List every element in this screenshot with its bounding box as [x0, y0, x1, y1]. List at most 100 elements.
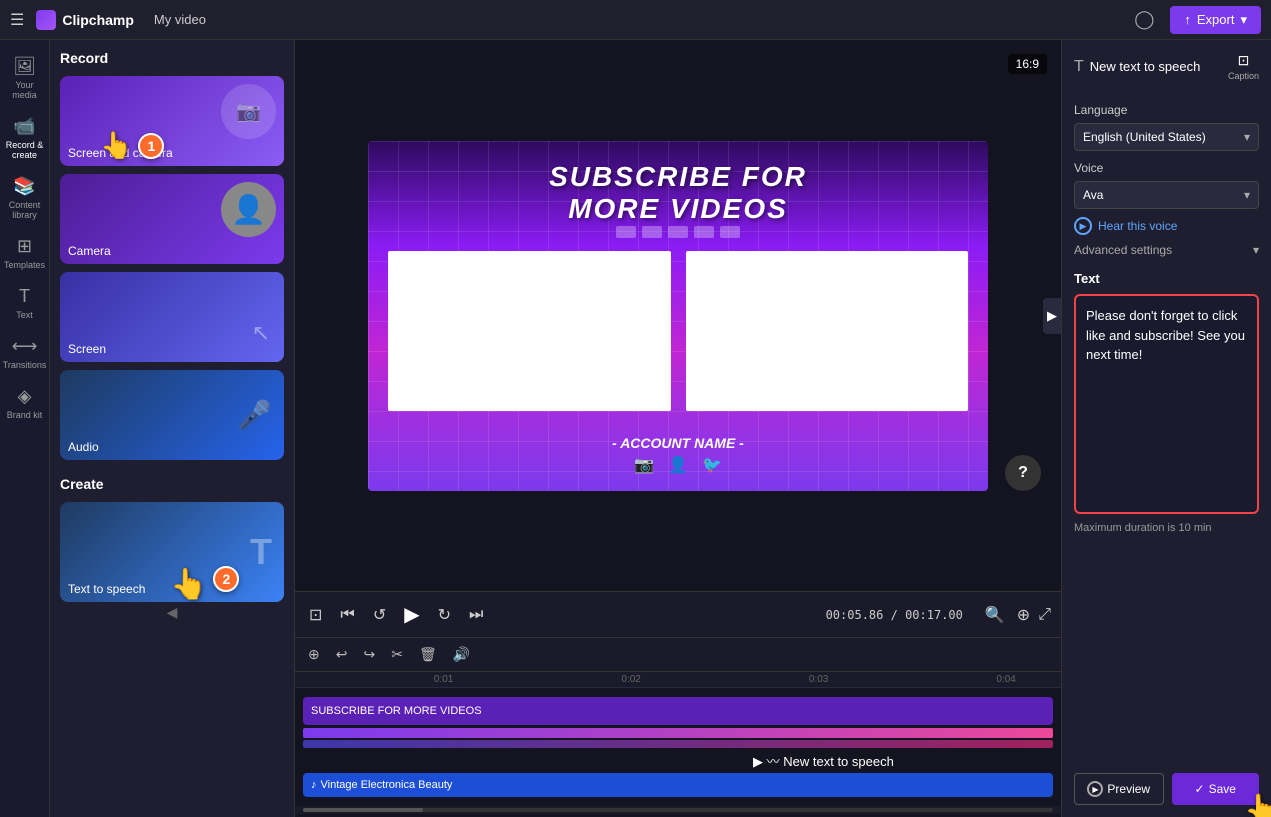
facebook-icon: 👤 [668, 455, 688, 475]
audio-label: Audio [60, 434, 107, 460]
record-panel: Record Screen and camera 📷 👆 1 Camera 👤 … [50, 40, 295, 817]
music-track-label: Vintage Electronica Beauty [321, 779, 453, 791]
zoom-out-button[interactable]: 🔍 [981, 601, 1009, 629]
forward-button[interactable]: ↻ [434, 601, 455, 629]
logo-icon [36, 10, 56, 30]
text-to-speech-card[interactable]: Text to speech T 👆 2 [60, 502, 284, 602]
screen-and-camera-card[interactable]: Screen and camera 📷 👆 1 [60, 76, 284, 166]
tts-wave-icon: 〰 [767, 754, 780, 769]
save-button[interactable]: ✓ Save 👆 3 [1172, 773, 1260, 805]
fullscreen-button[interactable]: ⤢ [1038, 606, 1051, 624]
timeline-magnet-button[interactable]: ⊕ [303, 643, 325, 666]
text-input[interactable] [1074, 294, 1259, 514]
cursor1-icon: 👆 [100, 130, 132, 161]
content-library-icon: 📚 [13, 176, 35, 197]
audio-card[interactable]: Audio 🎤 [60, 370, 284, 460]
sidebar-item-templates[interactable]: ⊞ Templates [0, 228, 49, 278]
camera-thumbnail: 👤 [221, 182, 276, 237]
audio-icon: 🎤 [237, 399, 272, 432]
help-button[interactable]: ? [1005, 455, 1041, 491]
video-frame: SUBSCRIBE FOR MORE VIDEOS - ACCO [368, 141, 988, 491]
subscribe-track[interactable]: SUBSCRIBE FOR MORE VIDEOS [303, 697, 1053, 725]
sidebar-item-transitions[interactable]: ⟷ Transitions [0, 328, 49, 378]
language-select[interactable]: English (United States) ▾ [1074, 123, 1259, 151]
hear-voice-button[interactable]: ▶ Hear this voice [1074, 217, 1259, 235]
caption-button[interactable]: ⊡ Caption [1228, 52, 1259, 81]
camera-card[interactable]: Camera 👤 [60, 174, 284, 264]
voice-select[interactable]: Ava ▾ [1074, 181, 1259, 209]
sidebar-item-text[interactable]: T Text [0, 278, 49, 328]
social-icon-1 [616, 226, 636, 238]
tts-panel-icon: T [1074, 58, 1084, 76]
video-preview: 16:9 SUBSCRIBE FOR MORE VIDEOS [295, 40, 1061, 591]
screen-camera-thumbnail: 📷 [221, 84, 276, 139]
timeline-cut-button[interactable]: ✂ [386, 643, 408, 666]
scrollbar-track [303, 808, 1053, 812]
app-logo: Clipchamp [36, 10, 134, 30]
sidebar-item-brand-kit[interactable]: ◈ Brand kit [0, 378, 49, 428]
panel-expand-arrow[interactable]: ▶ [1043, 298, 1061, 334]
tts-t-icon: T [250, 531, 272, 573]
play-button[interactable]: ▶ [400, 598, 423, 631]
hear-voice-label: Hear this voice [1098, 219, 1177, 233]
sidebar-label-your-media: Your media [4, 80, 45, 100]
brand-kit-icon: ◈ [18, 386, 32, 407]
text-section-label: Text [1074, 271, 1259, 286]
time-current: 00:05.86 [826, 608, 884, 622]
video-background: SUBSCRIBE FOR MORE VIDEOS - ACCO [368, 141, 988, 491]
video-title-line1: SUBSCRIBE FOR [549, 161, 807, 193]
tts-track-label: New text to speech [783, 754, 894, 769]
sidebar-item-your-media[interactable]: 🖼 Your media [0, 48, 49, 108]
ruler-mark-7: 0:04 [959, 674, 1053, 685]
social-icon-2 [642, 226, 662, 238]
scrollbar-thumb[interactable] [303, 808, 423, 812]
instagram-icon: 📷 [634, 455, 654, 475]
step2-badge: 2 [213, 566, 239, 592]
advanced-settings-chevron-icon: ▾ [1253, 243, 1259, 257]
music-track[interactable]: ♪ Vintage Electronica Beauty [303, 773, 1053, 797]
step2-overlay: 👆 2 [170, 566, 239, 602]
menu-icon[interactable]: ☰ [10, 10, 24, 30]
video-account-name: - ACCOUNT NAME - [612, 435, 744, 451]
voice-chevron-icon: ▾ [1244, 188, 1250, 202]
sidebar-item-content-library[interactable]: 📚 Contentlibrary [0, 168, 49, 228]
subtitles-button[interactable]: ⊡ [305, 601, 326, 629]
panel-footer: ▶ Preview ✓ Save 👆 3 [1074, 773, 1259, 805]
record-create-icon: 📹 [13, 116, 35, 137]
time-total: 00:17.00 [905, 608, 963, 622]
video-title-line2: MORE VIDEOS [549, 193, 807, 225]
sidebar-label-content-library: Contentlibrary [9, 200, 41, 220]
step3-overlay: 👆 3 [1244, 792, 1271, 817]
project-title[interactable]: My video [154, 12, 206, 27]
timeline-undo-button[interactable]: ↩ [331, 643, 353, 666]
advanced-settings-button[interactable]: Advanced settings ▾ [1074, 243, 1259, 257]
screen-card[interactable]: Screen ↖ [60, 272, 284, 362]
timeline-audio-button[interactable]: 🔊 [448, 643, 475, 666]
rewind-button[interactable]: ↺ [369, 601, 390, 629]
export-button[interactable]: ↑ Export ▾ [1170, 6, 1261, 34]
timeline-scrollbar[interactable] [295, 806, 1061, 814]
sidebar-label-brand-kit: Brand kit [7, 410, 43, 420]
ai-icon[interactable]: ◯ [1134, 9, 1154, 30]
sidebar-item-record-create[interactable]: 📹 Record &create [0, 108, 49, 168]
skip-back-button[interactable]: ⏮ [336, 602, 358, 628]
advanced-settings-label: Advanced settings [1074, 243, 1172, 257]
visual-track[interactable] [303, 728, 1053, 738]
timeline: ⊕ ↩ ↪ ✂ 🗑 🔊 0:01 0:02 0:03 0:04 SU [295, 637, 1061, 817]
zoom-in-button[interactable]: ⊕ [1013, 601, 1034, 629]
timeline-toolbar: ⊕ ↩ ↪ ✂ 🗑 🔊 [295, 638, 1061, 672]
sidebar-label-record-create: Record &create [6, 140, 44, 160]
timeline-delete-button[interactable]: 🗑 [414, 643, 442, 666]
text-icon: T [19, 286, 30, 307]
skip-forward-button[interactable]: ⏭ [465, 602, 487, 628]
timeline-redo-button[interactable]: ↪ [358, 643, 380, 666]
visual-track-2[interactable] [303, 740, 1053, 748]
tts-play-icon: ▶ [753, 754, 763, 769]
tts-track[interactable]: ▶ 〰 New text to speech [753, 751, 1053, 770]
panel-collapse-arrow[interactable]: ◀ [60, 602, 284, 623]
topbar: ☰ Clipchamp My video ◯ ↑ Export ▾ [0, 0, 1271, 40]
preview-button[interactable]: ▶ Preview [1074, 773, 1164, 805]
main-content: 🖼 Your media 📹 Record &create 📚 Contentl… [0, 40, 1271, 817]
caption-label: Caption [1228, 71, 1259, 81]
ruler-mark-5: 0:03 [772, 674, 866, 685]
